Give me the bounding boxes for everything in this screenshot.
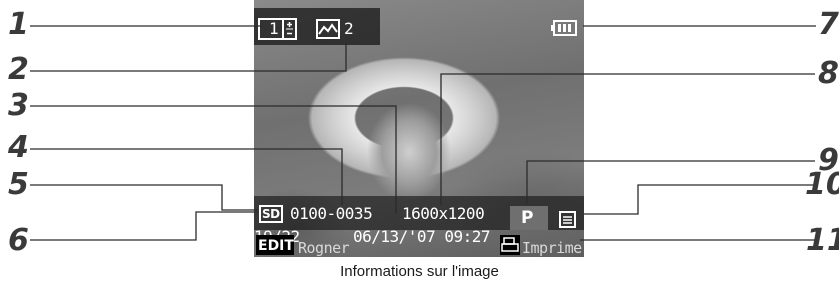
callout-3: 3 <box>8 88 29 123</box>
leader-6 <box>30 211 258 241</box>
callout-6: 6 <box>8 223 29 258</box>
leader-2 <box>30 43 347 72</box>
callout-10: 10 <box>805 167 839 202</box>
leader-9 <box>526 160 815 204</box>
callout-1: 1 <box>8 7 29 42</box>
leader-5 <box>30 184 258 211</box>
figure-caption: Informations sur l'image <box>340 263 499 280</box>
callout-11: 11 <box>806 223 839 258</box>
leader-lines <box>30 25 816 241</box>
callout-2: 2 <box>8 52 29 87</box>
leader-4 <box>30 148 343 205</box>
leader-3 <box>30 105 397 214</box>
leader-10 <box>584 184 815 215</box>
callout-8: 8 <box>818 56 839 91</box>
callout-7: 7 <box>818 7 839 42</box>
callout-4: 4 <box>8 130 29 165</box>
callout-5: 5 <box>8 167 29 202</box>
